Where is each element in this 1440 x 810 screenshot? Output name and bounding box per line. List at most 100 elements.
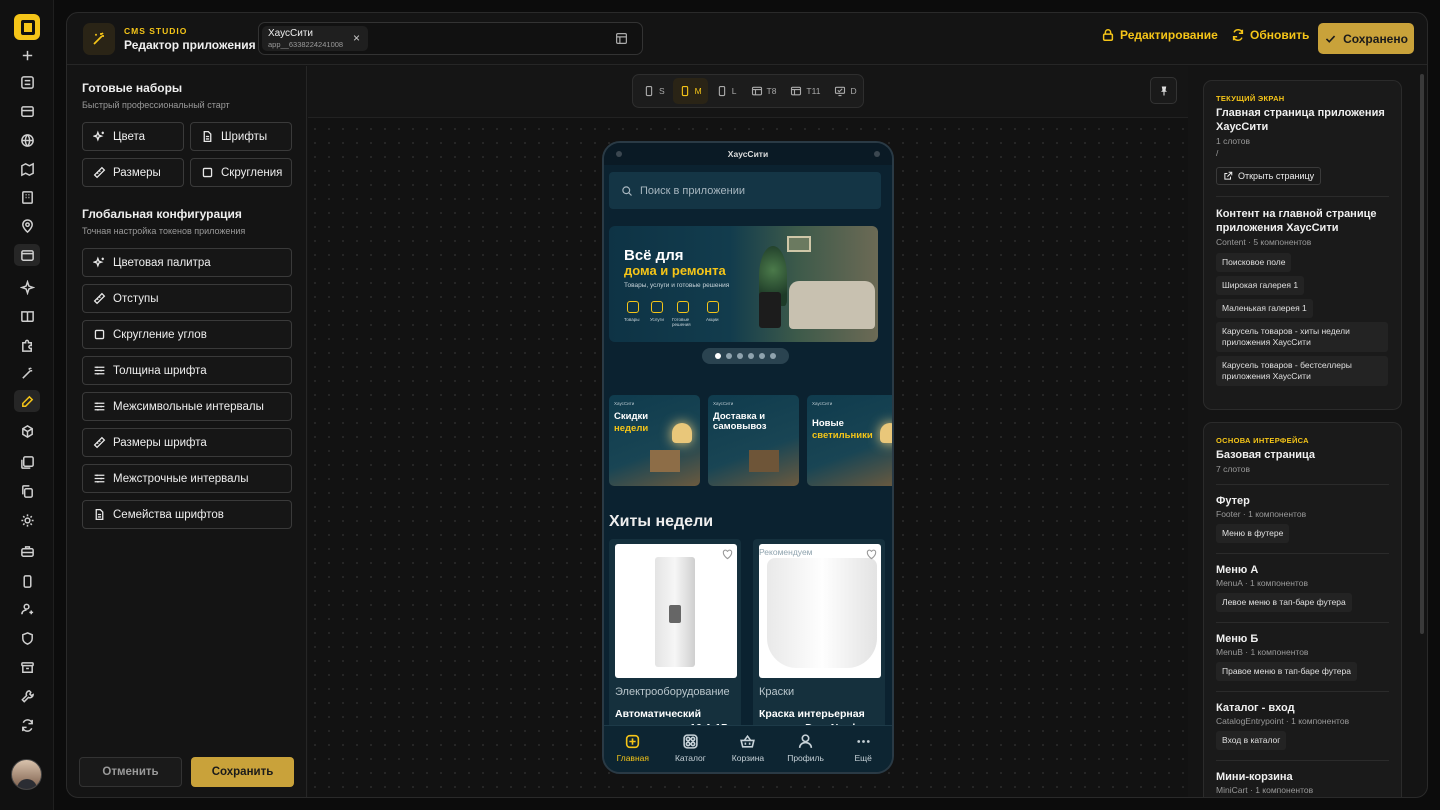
component-chip[interactable]: Широкая галерея 1 [1216, 276, 1305, 295]
device-d[interactable]: D [828, 78, 862, 104]
edit-icon[interactable] [14, 390, 40, 412]
app-tab[interactable]: ХаусСити app__6338224241008 × [262, 26, 368, 51]
component-chip[interactable]: Вход в каталог [1216, 731, 1287, 750]
home-add-icon [626, 734, 640, 749]
slot-item[interactable]: Мини-корзина MiniCart · 1 компонентов [1204, 761, 1401, 795]
tab-catalog[interactable]: Каталог [664, 733, 716, 763]
phone-icon[interactable] [14, 570, 40, 592]
refresh-icon [1232, 28, 1244, 42]
archive-icon[interactable] [14, 656, 40, 678]
refresh-button[interactable]: Обновить [1231, 28, 1309, 42]
spacing-button[interactable]: Отступы [82, 284, 292, 313]
saved-button[interactable]: Сохранено [1318, 23, 1414, 54]
panel-scrollbar[interactable] [1420, 74, 1424, 634]
browser-icon[interactable] [14, 244, 40, 266]
font-size-button[interactable]: Размеры шрифта [82, 428, 292, 457]
preset-fonts-button[interactable]: Шрифты [190, 122, 292, 151]
phone-search-field[interactable]: Поиск в приложении [609, 172, 881, 209]
puzzle-icon[interactable] [14, 334, 40, 356]
slot-item[interactable]: Меню Б MenuB · 1 компонентов Правое меню… [1204, 623, 1401, 683]
briefcase-icon[interactable] [14, 540, 40, 562]
pin-button[interactable] [1150, 77, 1177, 104]
slot-item[interactable]: Футер Footer · 1 компонентов Меню в футе… [1204, 485, 1401, 545]
file-icon [95, 508, 104, 521]
tab-profile[interactable]: Профиль [780, 733, 832, 763]
close-icon[interactable]: × [353, 31, 360, 45]
component-chip[interactable]: Карусель товаров - бестселлеры приложени… [1216, 356, 1388, 386]
component-chip[interactable]: Меню в футере [1216, 524, 1290, 543]
component-chip[interactable]: Поисковое поле [1216, 253, 1292, 272]
shield-icon[interactable] [14, 627, 40, 649]
component-chip[interactable]: Маленькая галерея 1 [1216, 299, 1313, 318]
component-chip[interactable]: Правое меню в тап-баре футера [1216, 662, 1357, 681]
plus-icon[interactable] [14, 44, 40, 66]
gallery-accent: недели [614, 423, 649, 434]
device-l[interactable]: L [710, 78, 743, 104]
sparkle-icon[interactable] [14, 276, 40, 298]
product-image [615, 544, 737, 678]
card-icon[interactable] [14, 100, 40, 122]
tab-more[interactable]: Ещё [837, 733, 889, 763]
user-avatar[interactable] [11, 759, 42, 790]
edit-mode-button[interactable]: Редактирование [1101, 28, 1218, 42]
device-t11[interactable]: T11 [784, 78, 826, 104]
font-family-button[interactable]: Семейства шрифтов [82, 500, 292, 529]
copy-icon[interactable] [14, 480, 40, 502]
component-chip[interactable]: Карусель товаров - хиты недели приложени… [1216, 322, 1388, 352]
device-t8[interactable]: T8 [745, 78, 783, 104]
app-logo[interactable] [14, 14, 40, 40]
add-user-icon[interactable] [14, 598, 40, 620]
slot-title: Мини-корзина [1216, 771, 1293, 783]
search-icon [622, 185, 632, 196]
banner-chip-icon [707, 301, 719, 313]
layout-icon[interactable] [615, 32, 628, 45]
small-gallery-item[interactable]: ХаусСити Доставка и самовывоз [708, 395, 799, 486]
preset-radius-button[interactable]: Скругления [190, 158, 292, 187]
component-chip[interactable]: Левое меню в тап-баре футера [1216, 593, 1352, 612]
carousel-dots[interactable] [702, 348, 789, 364]
gallery-icon[interactable] [14, 451, 40, 473]
map-icon[interactable] [14, 158, 40, 180]
wrench-icon[interactable] [14, 685, 40, 707]
device-s[interactable]: S [637, 78, 671, 104]
wide-gallery-banner[interactable]: Всё для дома и ремонта Товары, услуги и … [609, 226, 878, 342]
small-gallery-item[interactable]: ХаусСити Скидки недели [609, 395, 700, 486]
gallery-title: Доставка и самовывоз [713, 411, 767, 432]
preset-colors-button[interactable]: Цвета [82, 122, 184, 151]
presets-subtitle: Быстрый профессиональный старт [82, 100, 230, 110]
current-screen-slots: 1 слотов [1216, 136, 1250, 146]
heart-icon[interactable] [866, 547, 877, 560]
globe-icon[interactable] [14, 129, 40, 151]
line-height-button[interactable]: Межстрочные интервалы [82, 464, 292, 493]
wand-icon[interactable] [14, 362, 40, 384]
tab-home[interactable]: Главная [607, 733, 659, 763]
location-icon[interactable] [14, 215, 40, 237]
monitor-icon [835, 86, 846, 97]
gear-icon[interactable] [14, 509, 40, 531]
layout-icon[interactable] [14, 71, 40, 93]
save-button[interactable]: Сохранить [191, 757, 294, 787]
product-card[interactable]: Рекомендуем Краски Краска интерьерная ма… [753, 539, 885, 739]
book-icon[interactable] [14, 305, 40, 327]
slot-item[interactable]: Каталог - вход CatalogEntrypoint · 1 ком… [1204, 692, 1401, 752]
corner-radius-button[interactable]: Скругление углов [82, 320, 292, 349]
app-tab-id: app__6338224241008 [268, 40, 344, 49]
preset-sizes-button[interactable]: Размеры [82, 158, 184, 187]
cancel-button[interactable]: Отменить [79, 757, 182, 787]
open-page-button[interactable]: Открыть страницу [1216, 167, 1322, 185]
slot-item[interactable]: Меню А MenuA · 1 компонентов Левое меню … [1204, 554, 1401, 614]
building-icon[interactable] [14, 186, 40, 208]
slot-subtitle: MenuA · 1 компонентов [1216, 578, 1308, 588]
base-slots: 7 слотов [1216, 464, 1250, 474]
tab-cart[interactable]: Корзина [722, 733, 774, 763]
font-weight-button[interactable]: Толщина шрифта [82, 356, 292, 385]
color-palette-button[interactable]: Цветовая палитра [82, 248, 292, 277]
refresh-icon[interactable] [14, 714, 40, 736]
cube-icon[interactable] [14, 420, 40, 442]
letter-spacing-button[interactable]: Межсимвольные интервалы [82, 392, 292, 421]
heart-icon[interactable] [722, 547, 733, 560]
product-card[interactable]: Электрооборудование Автоматический выклю… [609, 539, 741, 739]
device-m[interactable]: M [672, 78, 708, 104]
user-icon [798, 734, 813, 748]
small-gallery-item[interactable]: ХаусСити Новые светильники [807, 395, 892, 486]
